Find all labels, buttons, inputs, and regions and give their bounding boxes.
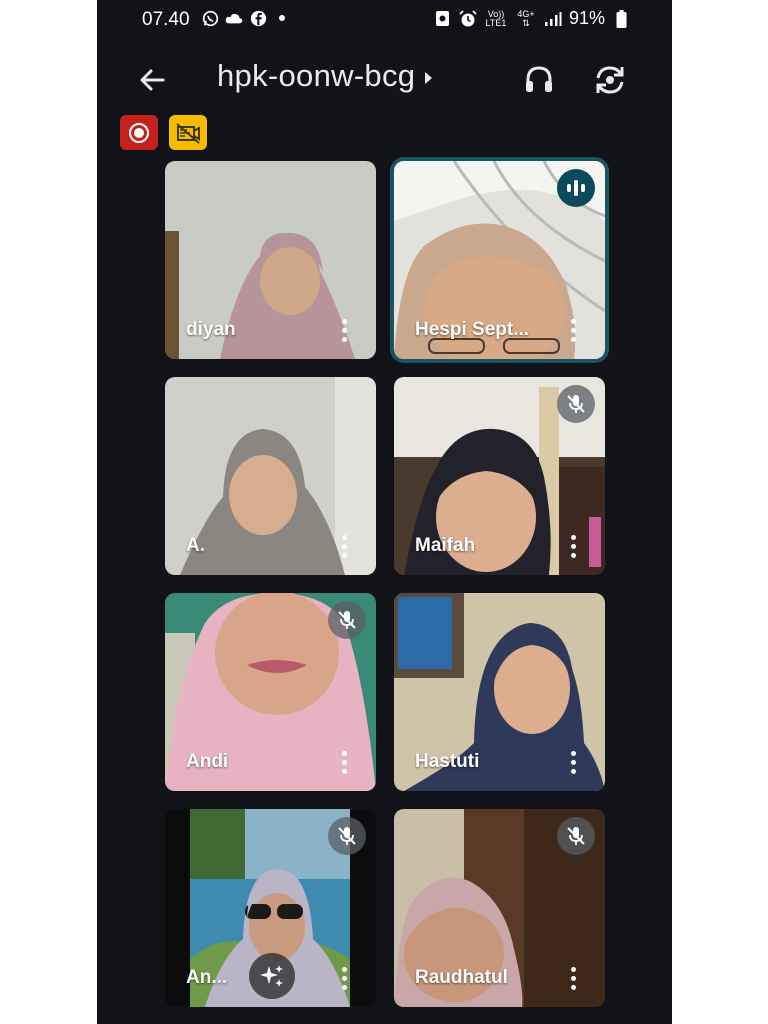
record-icon: [129, 122, 149, 143]
capture-disabled-indicator[interactable]: [169, 115, 207, 150]
participant-tile[interactable]: A.: [165, 377, 376, 575]
mic-off-icon: [338, 827, 356, 845]
more-options-button[interactable]: [563, 749, 583, 775]
signal-bars-icon: [544, 10, 562, 28]
facebook-icon: [249, 9, 267, 27]
mic-off-icon: [567, 827, 585, 845]
meet-call-screen: 07.40 Vo)) LTE1 4G+ ⇅ 91% hpk-oonw-bcg d…: [97, 0, 672, 1024]
headphones-icon: [526, 66, 552, 92]
more-options-button[interactable]: [334, 749, 354, 775]
cloud-icon: [225, 9, 243, 27]
battery-icon: [612, 9, 630, 28]
meeting-details-button[interactable]: hpk-oonw-bcg: [217, 58, 433, 94]
audio-level-icon: [567, 180, 585, 196]
participant-name: Hastuti: [415, 751, 480, 772]
participant-name: Raudhatul: [415, 967, 508, 988]
switch-camera-icon: [596, 66, 624, 94]
participant-tile[interactable]: Hastuti: [394, 593, 605, 791]
muted-indicator: [328, 601, 366, 639]
call-top-bar: hpk-oonw-bcg: [97, 52, 672, 108]
participant-name: A.: [186, 535, 205, 556]
caret-right-icon: [425, 71, 433, 84]
more-options-button[interactable]: [334, 965, 354, 991]
mic-off-icon: [567, 395, 585, 413]
back-button[interactable]: [135, 62, 171, 98]
participant-tile[interactable]: Hespi Sept...: [394, 161, 605, 359]
sparkle-icon: [260, 965, 283, 987]
participant-name: Maifah: [415, 535, 476, 556]
more-options-button[interactable]: [334, 533, 354, 559]
audio-output-button[interactable]: [521, 62, 557, 98]
speaking-indicator: [557, 169, 595, 207]
more-options-button[interactable]: [563, 965, 583, 991]
battery-percent: 91%: [568, 8, 605, 28]
notification-icons: [201, 9, 291, 27]
meeting-code: hpk-oonw-bcg: [217, 58, 416, 93]
whatsapp-icon: [201, 9, 219, 27]
participant-name: An...: [186, 967, 228, 988]
status-time: 07.40: [142, 9, 190, 30]
switch-camera-button[interactable]: [592, 62, 628, 98]
muted-indicator: [328, 817, 366, 855]
volte-indicator: Vo)) LTE1: [485, 8, 507, 28]
participant-name: Andi: [186, 751, 229, 772]
recording-indicator[interactable]: [120, 115, 158, 150]
participant-tile[interactable]: Maifah: [394, 377, 605, 575]
network-4g-indicator: 4G+ ⇅: [517, 8, 535, 28]
participant-name: Hespi Sept...: [415, 319, 530, 340]
participant-tile[interactable]: An...: [165, 809, 376, 1007]
more-options-button[interactable]: [563, 533, 583, 559]
participant-tile[interactable]: Raudhatul: [394, 809, 605, 1007]
alarm-icon: [459, 9, 477, 28]
muted-indicator: [557, 817, 595, 855]
more-options-button[interactable]: [563, 317, 583, 343]
participant-tile[interactable]: Andi: [165, 593, 376, 791]
visual-effects-button[interactable]: [249, 953, 295, 999]
no-video-capture-icon: [176, 122, 200, 144]
system-status-icons: Vo)) LTE1 4G+ ⇅ 91%: [434, 8, 630, 29]
dot-icon: [273, 9, 291, 27]
mic-off-icon: [338, 611, 356, 629]
muted-indicator: [557, 385, 595, 423]
participant-tile[interactable]: diyan: [165, 161, 376, 359]
status-bar: 07.40 Vo)) LTE1 4G+ ⇅ 91%: [97, 0, 672, 40]
participant-name: diyan: [186, 319, 236, 340]
network-4g-label: 4G+: [517, 8, 535, 19]
screen-lock-icon: [434, 10, 452, 28]
arrow-left-icon: [140, 69, 165, 91]
more-options-button[interactable]: [334, 317, 354, 343]
